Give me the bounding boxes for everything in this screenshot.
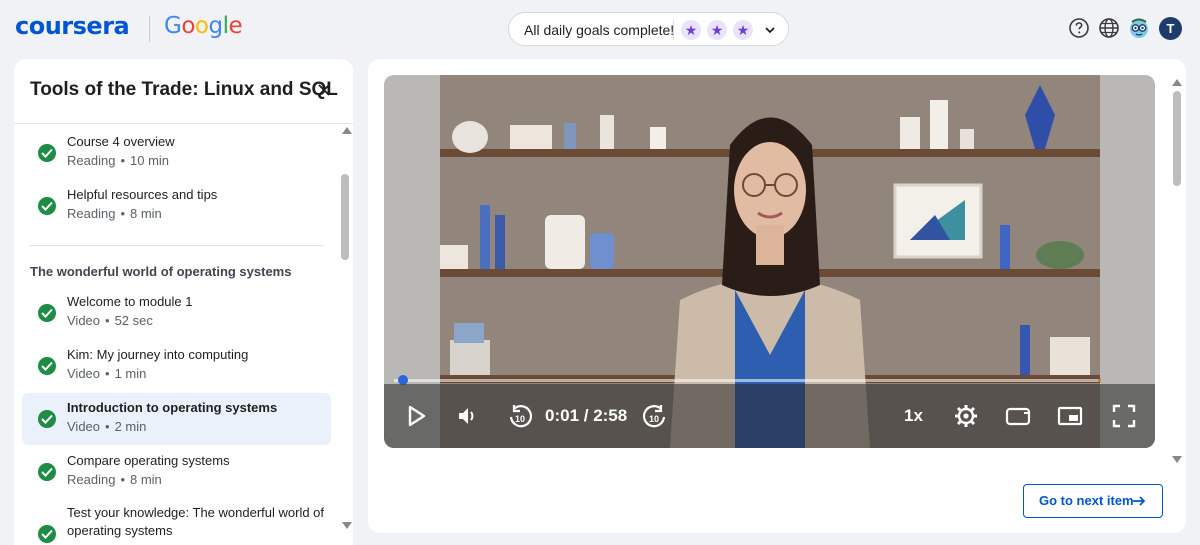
completed-check-icon (38, 144, 56, 162)
completed-check-icon (38, 197, 56, 215)
sidebar-divider (14, 123, 353, 124)
video-progress-bar[interactable] (394, 379, 1099, 382)
google-logo-text: Google (164, 13, 243, 39)
next-button-label: Go to next item (1039, 493, 1134, 508)
item-meta: Reading • 8 min (67, 472, 162, 487)
svg-text:10: 10 (649, 414, 659, 424)
item-title: Course 4 overview (67, 134, 175, 149)
item-meta: Video • 2 min (67, 419, 147, 434)
item-title: Welcome to module 1 (67, 294, 193, 309)
section-title: The wonderful world of operating systems (30, 264, 292, 279)
completed-check-icon (38, 463, 56, 481)
chevron-down-icon[interactable] (763, 23, 777, 37)
scrollbar-thumb[interactable] (341, 174, 349, 260)
item-meta: Reading • 8 min (67, 206, 162, 221)
logo-divider (149, 16, 150, 42)
go-to-next-item-button[interactable]: Go to next item (1023, 484, 1163, 518)
list-item[interactable]: Welcome to module 1 Video • 52 sec (22, 287, 331, 339)
globe-icon[interactable] (1098, 17, 1120, 39)
star-icon: ★ (681, 20, 701, 40)
scroll-down-arrow-icon[interactable] (1172, 456, 1182, 463)
top-bar: coursera Google All daily goals complete… (0, 0, 1200, 58)
goals-divider (673, 20, 674, 40)
rewind-10-icon[interactable]: 10 (506, 402, 534, 430)
list-item[interactable]: Test your knowledge: The wonderful world… (22, 499, 331, 545)
list-item[interactable]: Helpful resources and tips Reading • 8 min (22, 180, 331, 232)
video-player[interactable]: 10 0:01 / 2:58 10 1x (384, 75, 1155, 448)
scroll-down-arrow-icon[interactable] (342, 522, 352, 529)
item-title: Kim: My journey into computing (67, 347, 249, 362)
item-title: Introduction to operating systems (67, 400, 278, 415)
course-outline-sidebar: Tools of the Trade: Linux and SQL Course… (14, 59, 353, 545)
list-item[interactable]: Kim: My journey into computing Video • 1 m… (22, 340, 331, 392)
main-scrollbar[interactable] (1171, 71, 1183, 471)
item-title: Test your knowledge: The wonderful world… (67, 505, 325, 538)
main-content: 10 0:01 / 2:58 10 1x Go to next item (368, 59, 1186, 533)
list-item[interactable]: Course 4 overview Reading • 10 min (22, 127, 331, 179)
item-meta: Reading • 10 min (67, 153, 170, 168)
daily-goals-pill[interactable]: All daily goals complete! ★ ★ ★ (508, 12, 789, 46)
scrollbar-thumb[interactable] (1173, 91, 1181, 186)
progress-end-marker (1098, 379, 1101, 382)
avatar[interactable]: T (1159, 17, 1182, 40)
play-icon[interactable] (402, 402, 430, 430)
section-divider (30, 245, 324, 246)
completed-check-icon (38, 525, 56, 543)
list-item-active[interactable]: Introduction to operating systems Video •… (22, 393, 331, 445)
daily-goals-text: All daily goals complete! (524, 22, 675, 38)
completed-check-icon (38, 410, 56, 428)
star-icon: ★ (733, 20, 753, 40)
close-icon[interactable] (315, 81, 333, 99)
course-title: Tools of the Trade: Linux and SQL (30, 79, 338, 100)
coursera-logo[interactable]: coursera (15, 12, 130, 40)
settings-gear-icon[interactable] (952, 402, 980, 430)
google-logo: Google (164, 13, 243, 39)
captions-icon[interactable] (1004, 402, 1032, 430)
star-icon: ★ (707, 20, 727, 40)
arrow-right-icon (1133, 496, 1146, 506)
fullscreen-icon[interactable] (1110, 402, 1138, 430)
item-title: Helpful resources and tips (67, 187, 218, 202)
volume-icon[interactable] (454, 402, 482, 430)
item-meta: Video • 1 min (67, 366, 147, 381)
picture-in-picture-icon[interactable] (1056, 402, 1084, 430)
time-display: 0:01 / 2:58 (545, 406, 628, 425)
video-controls: 10 0:01 / 2:58 10 1x (384, 384, 1155, 448)
scroll-up-arrow-icon[interactable] (1172, 79, 1182, 86)
item-title: Compare operating systems (67, 453, 230, 468)
forward-10-icon[interactable]: 10 (641, 402, 669, 430)
playback-speed-button[interactable]: 1x (904, 406, 923, 426)
scroll-up-arrow-icon[interactable] (342, 127, 352, 134)
completed-check-icon (38, 304, 56, 322)
list-item[interactable]: Compare operating systems Reading • 8 min (22, 446, 331, 498)
item-meta: Video • 52 sec (67, 313, 153, 328)
sidebar-scrollbar[interactable] (338, 125, 352, 535)
svg-text:10: 10 (515, 414, 525, 424)
completed-check-icon (38, 357, 56, 375)
coach-icon[interactable] (1128, 17, 1150, 39)
help-icon[interactable] (1068, 17, 1090, 39)
